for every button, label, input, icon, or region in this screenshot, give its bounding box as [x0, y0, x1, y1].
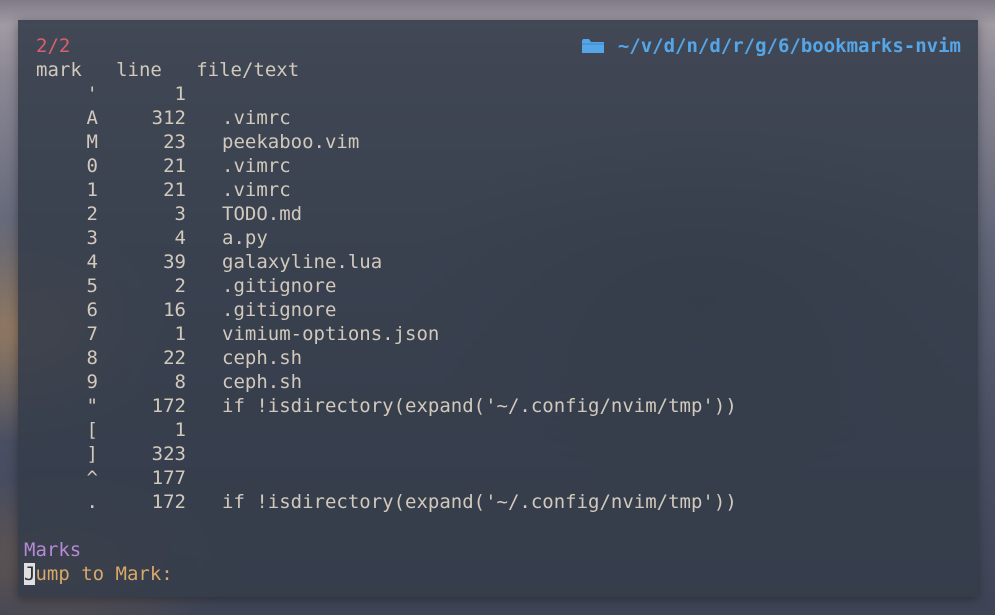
marks-title: Marks — [24, 539, 82, 561]
mark-line-number: 1 — [174, 323, 186, 345]
mark-key: 4 — [86, 251, 98, 273]
mark-file-text: ceph.sh — [222, 347, 303, 369]
mark-line-number: 16 — [163, 299, 186, 321]
mark-file-text: TODO.md — [222, 203, 303, 225]
mark-key: ' — [86, 83, 98, 105]
path-text: ~/v/d/n/d/r/g/6/bookmarks-nvim — [617, 35, 961, 57]
mark-key: " — [86, 395, 98, 417]
mark-key: 3 — [86, 227, 98, 249]
column-header: mark line file/text — [36, 58, 299, 82]
mark-key: . — [86, 491, 98, 513]
mark-key: A — [86, 107, 98, 129]
column-line: line — [116, 59, 162, 81]
mark-file-text: .vimrc — [222, 107, 291, 129]
mark-line-number: 172 — [151, 491, 186, 513]
terminal-window[interactable]: 2/2 ~/v/d/n/d/r/g/6/bookmarks-nvim mark … — [18, 20, 978, 597]
mark-line-number: 177 — [151, 467, 186, 489]
mark-line-number: 323 — [151, 443, 186, 465]
mark-file-text: galaxyline.lua — [222, 251, 383, 273]
column-file: file/text — [196, 59, 300, 81]
mark-file-text: .vimrc — [222, 179, 291, 201]
mark-key: 0 — [86, 155, 98, 177]
mark-key: 2 — [86, 203, 98, 225]
mark-key: 6 — [86, 299, 98, 321]
mark-file-text: .vimrc — [222, 155, 291, 177]
mark-file-text: peekaboo.vim — [222, 131, 360, 153]
mark-file-text: if !isdirectory(expand('~/.config/nvim/t… — [222, 395, 737, 417]
mark-file-text: .gitignore — [222, 275, 337, 297]
mark-file-text: vimium-options.json — [222, 323, 440, 345]
mark-key: 1 — [86, 179, 98, 201]
mark-line-number: 312 — [151, 107, 186, 129]
mark-file-text: if !isdirectory(expand('~/.config/nvim/t… — [222, 491, 737, 513]
mark-line-number: 8 — [174, 371, 186, 393]
mark-key: ^ — [86, 467, 98, 489]
mark-line-number: 1 — [174, 83, 186, 105]
mark-line-number: 21 — [163, 179, 186, 201]
mark-key: ] — [86, 443, 98, 465]
jump-prompt[interactable]: Jump to Mark: — [24, 562, 173, 586]
mark-file-text: .gitignore — [222, 299, 337, 321]
mark-line-number: 4 — [174, 227, 186, 249]
text-cursor: J — [24, 563, 36, 585]
folder-icon — [581, 39, 604, 53]
mark-key: 5 — [86, 275, 98, 297]
prompt-text: ump to Mark: — [35, 563, 173, 585]
mark-key: [ — [86, 419, 98, 441]
current-path: ~/v/d/n/d/r/g/6/bookmarks-nvim — [581, 34, 961, 58]
mark-line-number: 2 — [174, 275, 186, 297]
mark-line-number: 21 — [163, 155, 186, 177]
mark-key: 8 — [86, 347, 98, 369]
mark-file-text: a.py — [222, 227, 268, 249]
mark-line-number: 39 — [163, 251, 186, 273]
mark-file-text: ceph.sh — [222, 371, 303, 393]
mark-line-number: 3 — [174, 203, 186, 225]
mark-key: 7 — [86, 323, 98, 345]
mark-line-number: 22 — [163, 347, 186, 369]
column-mark: mark — [36, 59, 82, 81]
mark-key: M — [86, 131, 98, 153]
mark-line-number: 1 — [174, 419, 186, 441]
match-count: 2/2 — [36, 35, 71, 57]
mark-line-number: 172 — [151, 395, 186, 417]
mark-key: 9 — [86, 371, 98, 393]
mark-line-number: 23 — [163, 131, 186, 153]
